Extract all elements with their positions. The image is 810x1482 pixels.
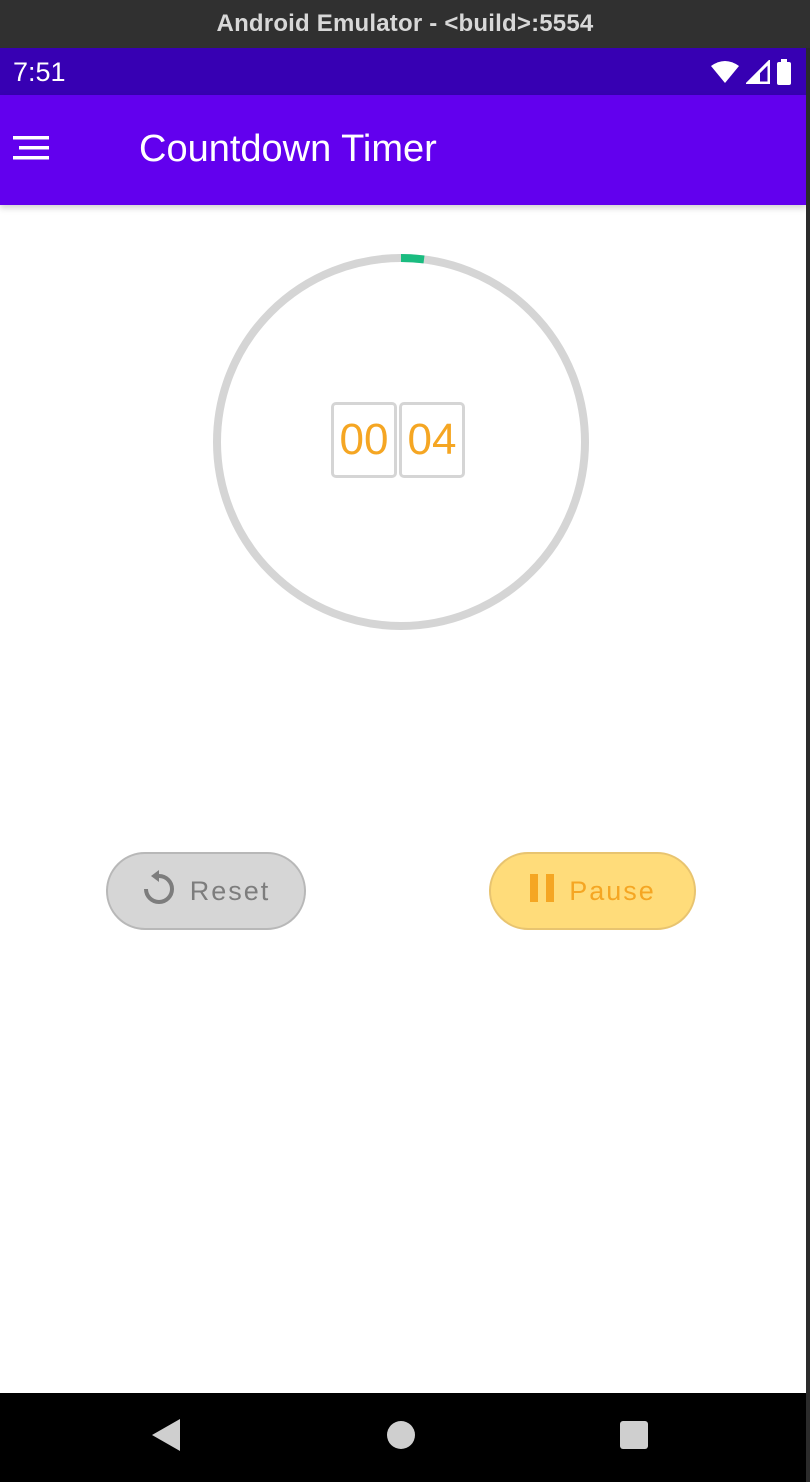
home-button[interactable]	[381, 1417, 421, 1457]
signal-icon	[744, 58, 771, 89]
emulator-window-title: Android Emulator - <build>:5554	[0, 0, 810, 48]
menu-button[interactable]	[0, 120, 62, 180]
recents-icon	[619, 1420, 649, 1455]
window-edge	[806, 48, 810, 1482]
app-bar: Countdown Timer	[0, 95, 806, 205]
timer-minutes: 00	[331, 402, 397, 478]
reset-label: Reset	[189, 875, 271, 906]
reset-icon	[142, 869, 176, 913]
pause-button[interactable]: Pause	[489, 852, 696, 930]
status-icons	[710, 58, 792, 90]
battery-icon	[776, 59, 792, 90]
timer-display: 00 04	[331, 402, 465, 478]
timer-seconds: 04	[399, 402, 465, 478]
home-icon	[386, 1420, 416, 1455]
wifi-icon	[710, 60, 740, 89]
page-title: Countdown Timer	[139, 128, 437, 170]
status-bar: 7:51	[0, 48, 806, 95]
back-button[interactable]	[146, 1417, 186, 1457]
status-time: 7:51	[13, 57, 66, 87]
navigation-bar	[0, 1393, 806, 1482]
back-icon	[150, 1418, 182, 1457]
pause-icon	[529, 873, 555, 909]
device-screen: 7:51 Countdown Timer 00 04 Reset Pause	[0, 48, 806, 1482]
recents-button[interactable]	[614, 1417, 654, 1457]
pause-label: Pause	[569, 875, 656, 906]
reset-button[interactable]: Reset	[106, 852, 306, 930]
menu-icon	[13, 135, 49, 165]
